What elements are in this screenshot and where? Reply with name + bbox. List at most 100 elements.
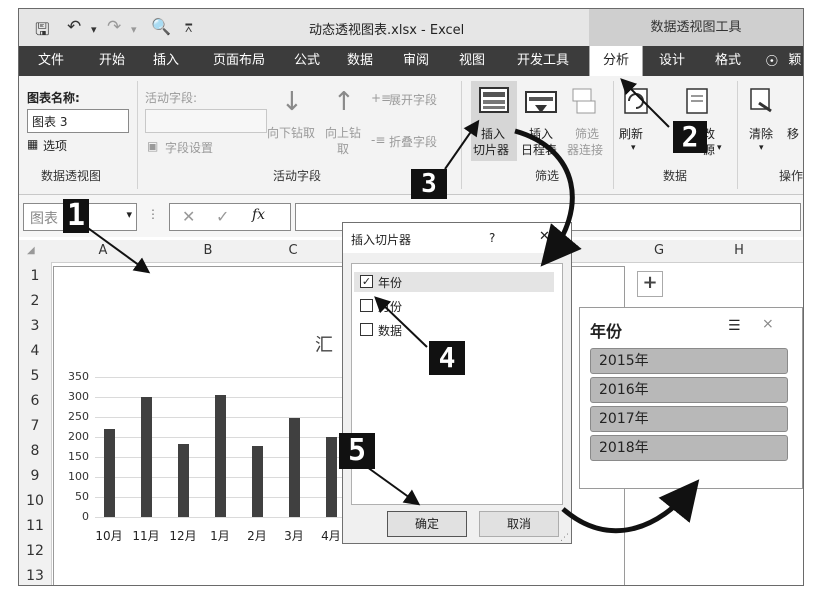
chart-bar[interactable] bbox=[214, 395, 226, 517]
row-header[interactable]: 13 bbox=[19, 564, 51, 585]
tell-me-label[interactable]: 颖 bbox=[787, 46, 803, 76]
column-header-h[interactable]: H bbox=[699, 240, 779, 262]
clear-filter-icon[interactable]: ⨯ bbox=[762, 316, 774, 332]
y-tick-label: 100 bbox=[68, 470, 89, 483]
cancel-entry-icon[interactable]: ✕ bbox=[182, 207, 195, 226]
refresh-button[interactable]: 刷新 bbox=[619, 125, 643, 142]
undo-dropdown-icon[interactable]: ▾ bbox=[91, 23, 97, 36]
redo-dropdown-icon[interactable]: ▾ bbox=[131, 23, 137, 36]
chart-bar[interactable] bbox=[325, 437, 337, 517]
chart-elements-button[interactable]: + bbox=[637, 271, 663, 297]
field-settings-button[interactable]: 字段设置 bbox=[165, 139, 213, 156]
row-header[interactable]: 9 bbox=[19, 464, 51, 489]
expand-field-button[interactable]: 展开字段 bbox=[389, 91, 437, 108]
name-box-value: 图表 bbox=[30, 211, 58, 227]
field-settings-icon: ▣ bbox=[147, 139, 159, 153]
refresh-dropdown-icon[interactable]: ▾ bbox=[631, 143, 636, 153]
row-header[interactable]: 12 bbox=[19, 539, 51, 564]
lightbulb-icon[interactable]: ☉ bbox=[765, 52, 778, 70]
move-chart-button[interactable]: 移 bbox=[787, 125, 799, 142]
customize-qat-icon[interactable]: ⩞ bbox=[185, 21, 192, 36]
options-button[interactable]: 选项 bbox=[43, 137, 67, 154]
select-all-icon[interactable]: ◢ bbox=[27, 245, 35, 256]
cancel-button[interactable]: 取消 bbox=[479, 511, 559, 537]
close-icon[interactable]: ✕ bbox=[539, 229, 550, 244]
field-checkbox-data[interactable] bbox=[360, 323, 373, 336]
drill-down-button[interactable]: 向下钻取 bbox=[267, 124, 315, 141]
change-source-dropdown-icon[interactable]: ▾ bbox=[717, 143, 722, 153]
tab-review[interactable]: 审阅 bbox=[393, 46, 439, 76]
row-header[interactable]: 2 bbox=[19, 289, 51, 314]
tab-file[interactable]: 文件 bbox=[19, 46, 83, 76]
tab-view[interactable]: 视图 bbox=[449, 46, 495, 76]
insert-timeline-label-2[interactable]: 日程表 bbox=[521, 141, 557, 158]
callout-5: 5 bbox=[339, 433, 375, 469]
year-slicer[interactable]: 年份 ☰ ⨯ 2015年 2016年 2017年 2018年 bbox=[579, 307, 803, 489]
insert-function-icon[interactable]: fx bbox=[252, 207, 265, 223]
tab-data[interactable]: 数据 bbox=[337, 46, 383, 76]
undo-icon[interactable]: ↶ bbox=[67, 17, 81, 37]
drill-up-button[interactable]: 向上钻 bbox=[325, 124, 361, 141]
slicer-item-2017[interactable]: 2017年 bbox=[590, 406, 788, 432]
redo-icon[interactable]: ↷ bbox=[107, 17, 121, 37]
row-header[interactable]: 1 bbox=[19, 264, 51, 289]
chart-bar[interactable] bbox=[251, 445, 263, 517]
tab-formulas[interactable]: 公式 bbox=[287, 46, 327, 76]
column-header-a[interactable]: A bbox=[53, 240, 153, 262]
chart-title: 汇 bbox=[315, 335, 333, 356]
slicer-item-2015[interactable]: 2015年 bbox=[590, 348, 788, 374]
row-header[interactable]: 4 bbox=[19, 339, 51, 364]
field-label-data[interactable]: 数据 bbox=[378, 322, 402, 339]
help-button[interactable]: ? bbox=[489, 231, 495, 245]
field-checkbox-year[interactable]: ✓ bbox=[360, 275, 373, 288]
tab-home[interactable]: 开始 bbox=[89, 46, 135, 76]
chart-name-input[interactable]: 图表 3 bbox=[27, 109, 129, 133]
insert-slicer-button[interactable]: 插入 切片器 bbox=[471, 81, 517, 161]
column-header-b[interactable]: B bbox=[153, 240, 263, 262]
field-checkbox-month[interactable] bbox=[360, 299, 373, 312]
clear-dropdown-icon[interactable]: ▾ bbox=[759, 143, 764, 153]
pivotchart-tools-group: 数据透视图工具 bbox=[589, 9, 803, 46]
row-header[interactable]: 3 bbox=[19, 314, 51, 339]
timeline-icon bbox=[525, 91, 557, 113]
row-header[interactable]: 5 bbox=[19, 364, 51, 389]
multi-select-icon[interactable]: ☰ bbox=[728, 318, 741, 334]
row-header[interactable]: 10 bbox=[19, 489, 51, 514]
chart-bar[interactable] bbox=[288, 418, 300, 517]
y-tick-label: 200 bbox=[68, 430, 89, 443]
field-list: ✓ 年份 月份 数据 bbox=[351, 263, 563, 505]
confirm-entry-icon[interactable]: ✓ bbox=[216, 207, 229, 226]
tab-insert[interactable]: 插入 bbox=[143, 46, 189, 76]
row-header[interactable]: 11 bbox=[19, 514, 51, 539]
slicer-item-2018[interactable]: 2018年 bbox=[590, 435, 788, 461]
chart-name-value: 图表 3 bbox=[32, 115, 68, 129]
row-header[interactable]: 6 bbox=[19, 389, 51, 414]
field-label-year[interactable]: 年份 bbox=[378, 274, 402, 291]
row-header[interactable]: 7 bbox=[19, 414, 51, 439]
print-preview-icon[interactable]: 🔍 bbox=[151, 17, 171, 36]
tab-design[interactable]: 设计 bbox=[649, 46, 695, 76]
column-header-g[interactable]: G bbox=[619, 240, 699, 262]
chart-bar[interactable] bbox=[103, 429, 115, 517]
ok-button[interactable]: 确定 bbox=[387, 511, 467, 537]
tab-format[interactable]: 格式 bbox=[705, 46, 751, 76]
field-label-month[interactable]: 月份 bbox=[378, 298, 402, 315]
insert-timeline-label-1[interactable]: 插入 bbox=[529, 125, 553, 142]
tab-page-layout[interactable]: 页面布局 bbox=[201, 46, 277, 76]
tab-developer[interactable]: 开发工具 bbox=[505, 46, 581, 76]
clear-button[interactable]: 清除 bbox=[749, 125, 773, 142]
tab-analyze[interactable]: 分析 bbox=[589, 46, 643, 76]
resize-grip-icon[interactable]: ⋰ bbox=[560, 533, 569, 543]
filter-connections-label-1[interactable]: 筛选 bbox=[575, 125, 599, 142]
active-field-input[interactable] bbox=[145, 109, 267, 133]
save-icon[interactable]: 🖫 bbox=[35, 17, 49, 46]
row-header[interactable]: 8 bbox=[19, 439, 51, 464]
column-header-c[interactable]: C bbox=[263, 240, 323, 262]
chart-bar[interactable] bbox=[177, 443, 189, 517]
chart-name-label: 图表名称: bbox=[27, 91, 80, 105]
slicer-item-2016[interactable]: 2016年 bbox=[590, 377, 788, 403]
filter-connections-label-2[interactable]: 器连接 bbox=[567, 141, 603, 158]
collapse-field-button[interactable]: 折叠字段 bbox=[389, 133, 437, 150]
name-box-dropdown-icon[interactable]: ▾ bbox=[126, 208, 132, 221]
chart-bar[interactable] bbox=[140, 397, 152, 517]
